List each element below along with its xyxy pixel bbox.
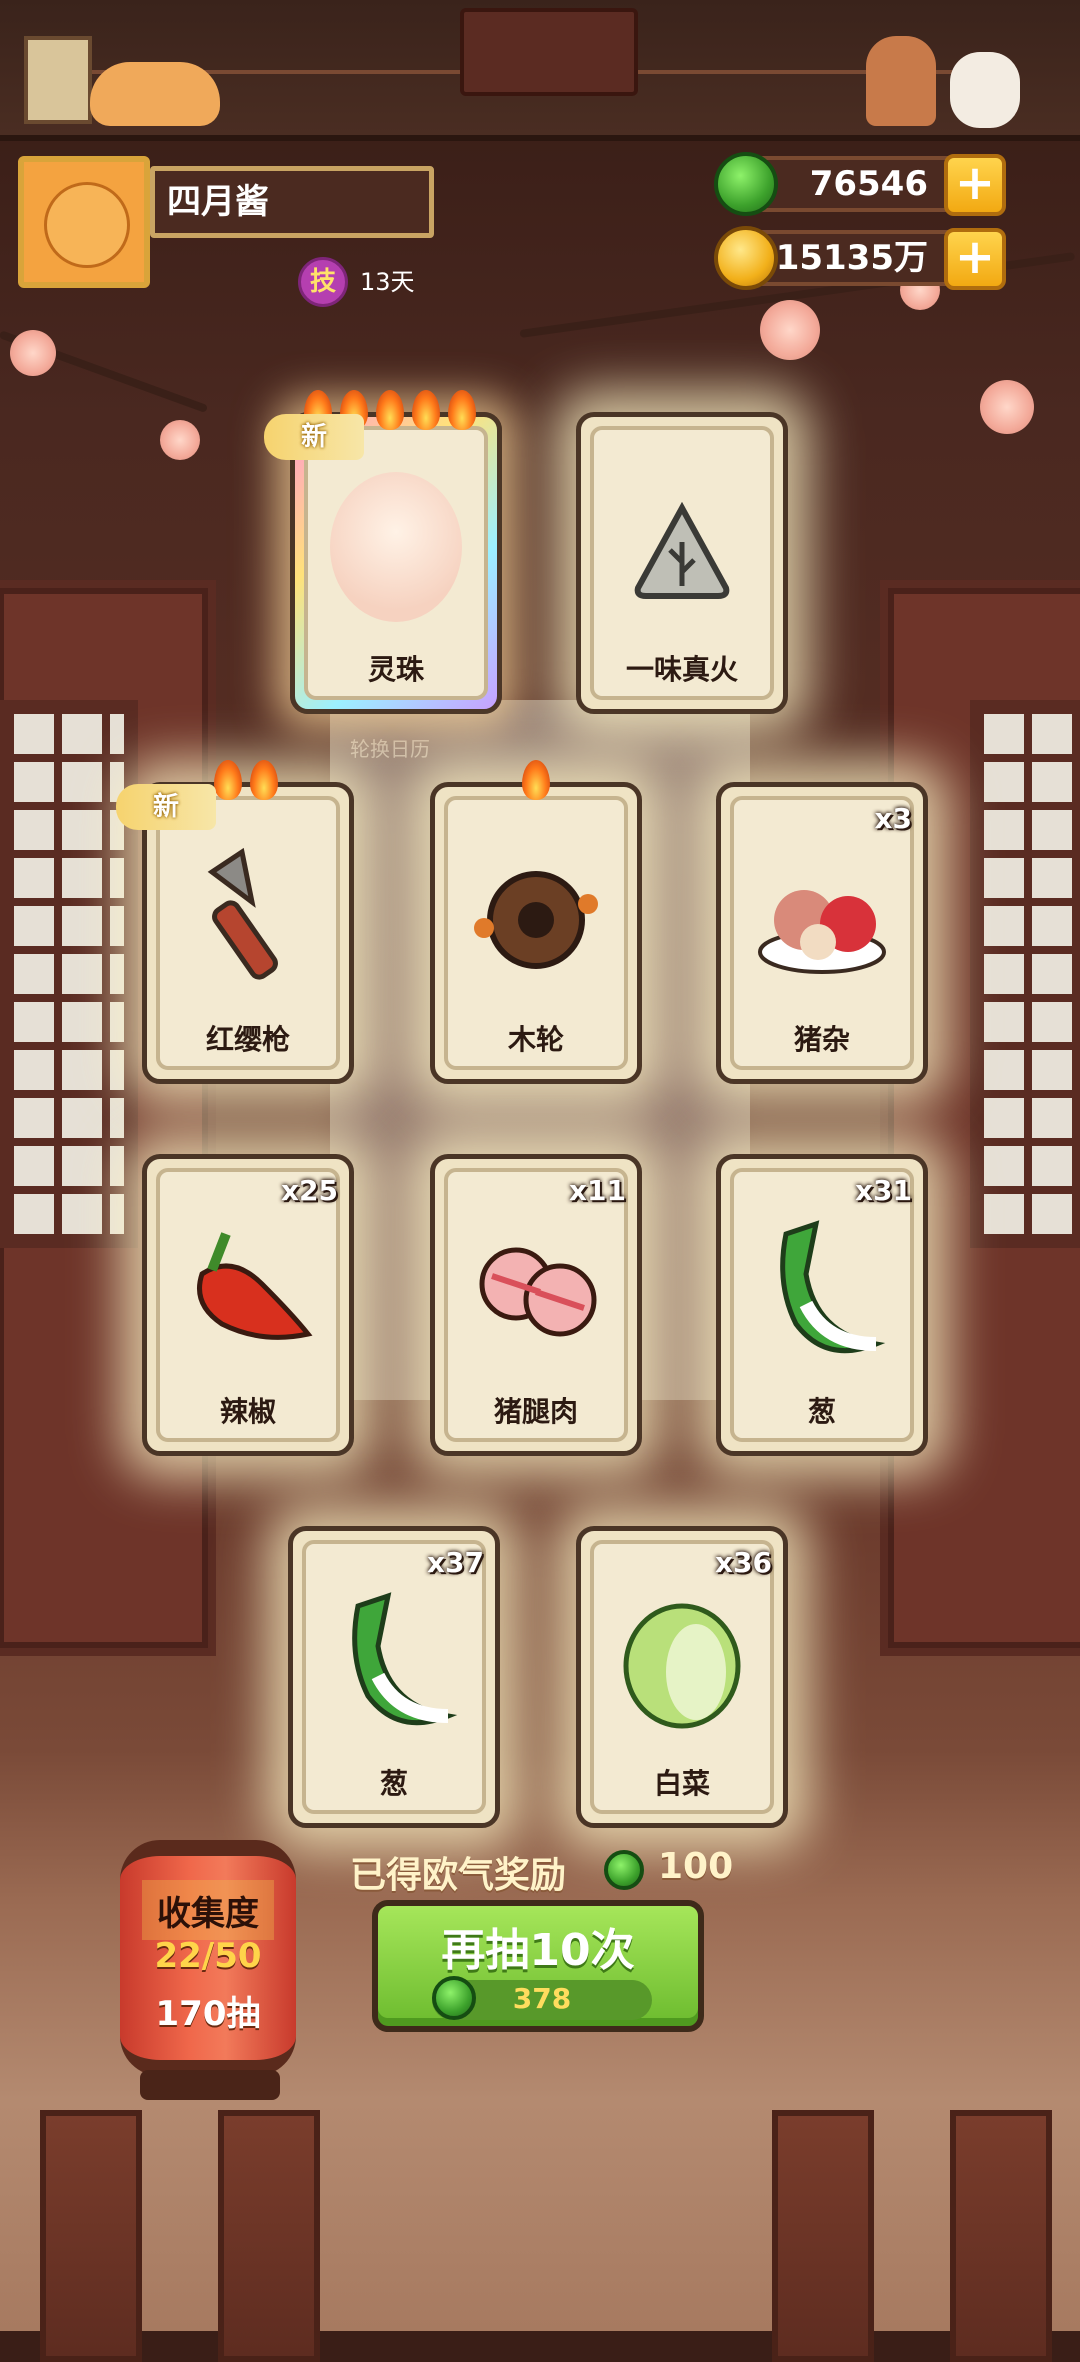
napa-cabbage-icon <box>616 1586 748 1736</box>
paw-scroll-icon <box>24 36 92 124</box>
add-jade-button[interactable]: + <box>944 154 1006 216</box>
chili-pepper-icon <box>182 1214 314 1364</box>
card-label: 一味真火 <box>625 653 738 686</box>
reward-amount: 100 <box>658 1846 734 1887</box>
card-label: 白菜 <box>653 1767 710 1800</box>
collection-lantern[interactable]: 收集度 22/50 170抽 <box>120 1840 296 2076</box>
card-label: 灵珠 <box>367 653 424 686</box>
blossom-flower <box>10 330 56 376</box>
blossom-flower <box>160 420 200 460</box>
coin-amount: 15135万 <box>775 238 928 278</box>
draw-ten-label: 再抽10次 <box>441 1925 635 1976</box>
new-badge: 新 <box>264 414 364 460</box>
card-count: x37 <box>426 1546 484 1579</box>
character-plaque[interactable] <box>460 8 638 96</box>
top-shelf <box>0 0 1080 141</box>
card-count: x36 <box>714 1546 772 1579</box>
collection-progress: 22/50 <box>154 1936 262 1976</box>
coin-currency: 15135万 + <box>714 226 1006 290</box>
npc-character-icon[interactable] <box>866 36 936 126</box>
wooden-wheel-icon <box>470 842 602 992</box>
flame-icon <box>376 390 404 430</box>
scallion-icon <box>756 1214 888 1364</box>
flame-icon <box>214 760 242 800</box>
card-count: x31 <box>854 1174 912 1207</box>
flame-icon <box>250 760 278 800</box>
days-counter: 13天 <box>360 268 415 296</box>
flame-icon <box>412 390 440 430</box>
card-label: 猪腿肉 <box>493 1395 578 1428</box>
sleeping-cat-icon <box>90 62 220 126</box>
player-avatar[interactable] <box>18 156 150 288</box>
card-label: 辣椒 <box>219 1395 276 1428</box>
jade-icon <box>604 1850 644 1890</box>
lingzhu-character-icon <box>330 472 462 622</box>
reward-card[interactable]: 新 灵珠 <box>264 390 502 714</box>
jade-icon <box>714 152 778 216</box>
red-tassel-spear-icon <box>182 842 314 992</box>
scallion-icon <box>328 1586 460 1736</box>
white-cat-icon[interactable] <box>950 52 1020 128</box>
true-fire-triangle-icon <box>632 501 732 602</box>
blossom-flower <box>760 300 820 360</box>
card-count: x11 <box>568 1174 626 1207</box>
draw-cost-amount: 378 <box>512 1982 572 2015</box>
reward-card[interactable]: 一味真火 <box>576 412 788 714</box>
jade-currency: 76546 + <box>714 152 1006 216</box>
reward-card[interactable]: x3 猪杂 <box>716 782 928 1084</box>
add-coins-button[interactable]: + <box>944 228 1006 290</box>
pig-offal-icon <box>756 842 888 992</box>
draw-ten-button[interactable]: 再抽10次 378 <box>372 1900 704 2032</box>
fence-post <box>772 2110 874 2362</box>
reward-card[interactable]: x37 葱 <box>288 1526 500 1828</box>
coin-icon <box>714 226 778 290</box>
player-name[interactable]: 四月酱 <box>150 166 434 238</box>
fence-post <box>218 2110 320 2362</box>
lantern-stand <box>140 2070 280 2100</box>
jade-amount: 76546 <box>809 164 928 204</box>
tiger-avatar-icon <box>44 182 130 268</box>
new-badge: 新 <box>116 784 216 830</box>
rotation-calendar-label[interactable]: 轮换日历 <box>350 733 430 762</box>
reward-card[interactable]: 新 红缨枪 <box>116 760 354 1084</box>
draw-cost: 378 <box>432 1976 652 2020</box>
card-label: 木轮 <box>507 1023 564 1056</box>
reward-card[interactable]: x31 葱 <box>716 1154 928 1456</box>
right-window-lattice <box>970 700 1080 1248</box>
fence-post <box>40 2110 142 2362</box>
card-label: 葱 <box>379 1767 408 1800</box>
skill-badge-icon[interactable]: 技 <box>298 257 348 307</box>
card-count: x25 <box>280 1174 338 1207</box>
card-label: 猪杂 <box>793 1023 850 1056</box>
pork-leg-icon <box>470 1214 602 1364</box>
reward-card[interactable]: x11 猪腿肉 <box>430 1154 642 1456</box>
collection-title: 收集度 <box>157 1894 259 1934</box>
card-label: 红缨枪 <box>205 1023 290 1056</box>
left-window-lattice <box>0 700 138 1248</box>
reward-card[interactable]: x25 辣椒 <box>142 1154 354 1456</box>
blossom-flower <box>980 380 1034 434</box>
reward-card[interactable]: 木轮 <box>430 760 642 1084</box>
reward-card[interactable]: x36 白菜 <box>576 1526 788 1828</box>
flame-icon <box>448 390 476 430</box>
flame-icon <box>522 760 550 800</box>
reward-label: 已得欧气奖励 <box>350 1855 567 1896</box>
card-count: x3 <box>874 802 912 835</box>
card-label: 葱 <box>807 1395 836 1428</box>
fence-post <box>950 2110 1052 2362</box>
draw-count: 170抽 <box>155 1994 261 2034</box>
